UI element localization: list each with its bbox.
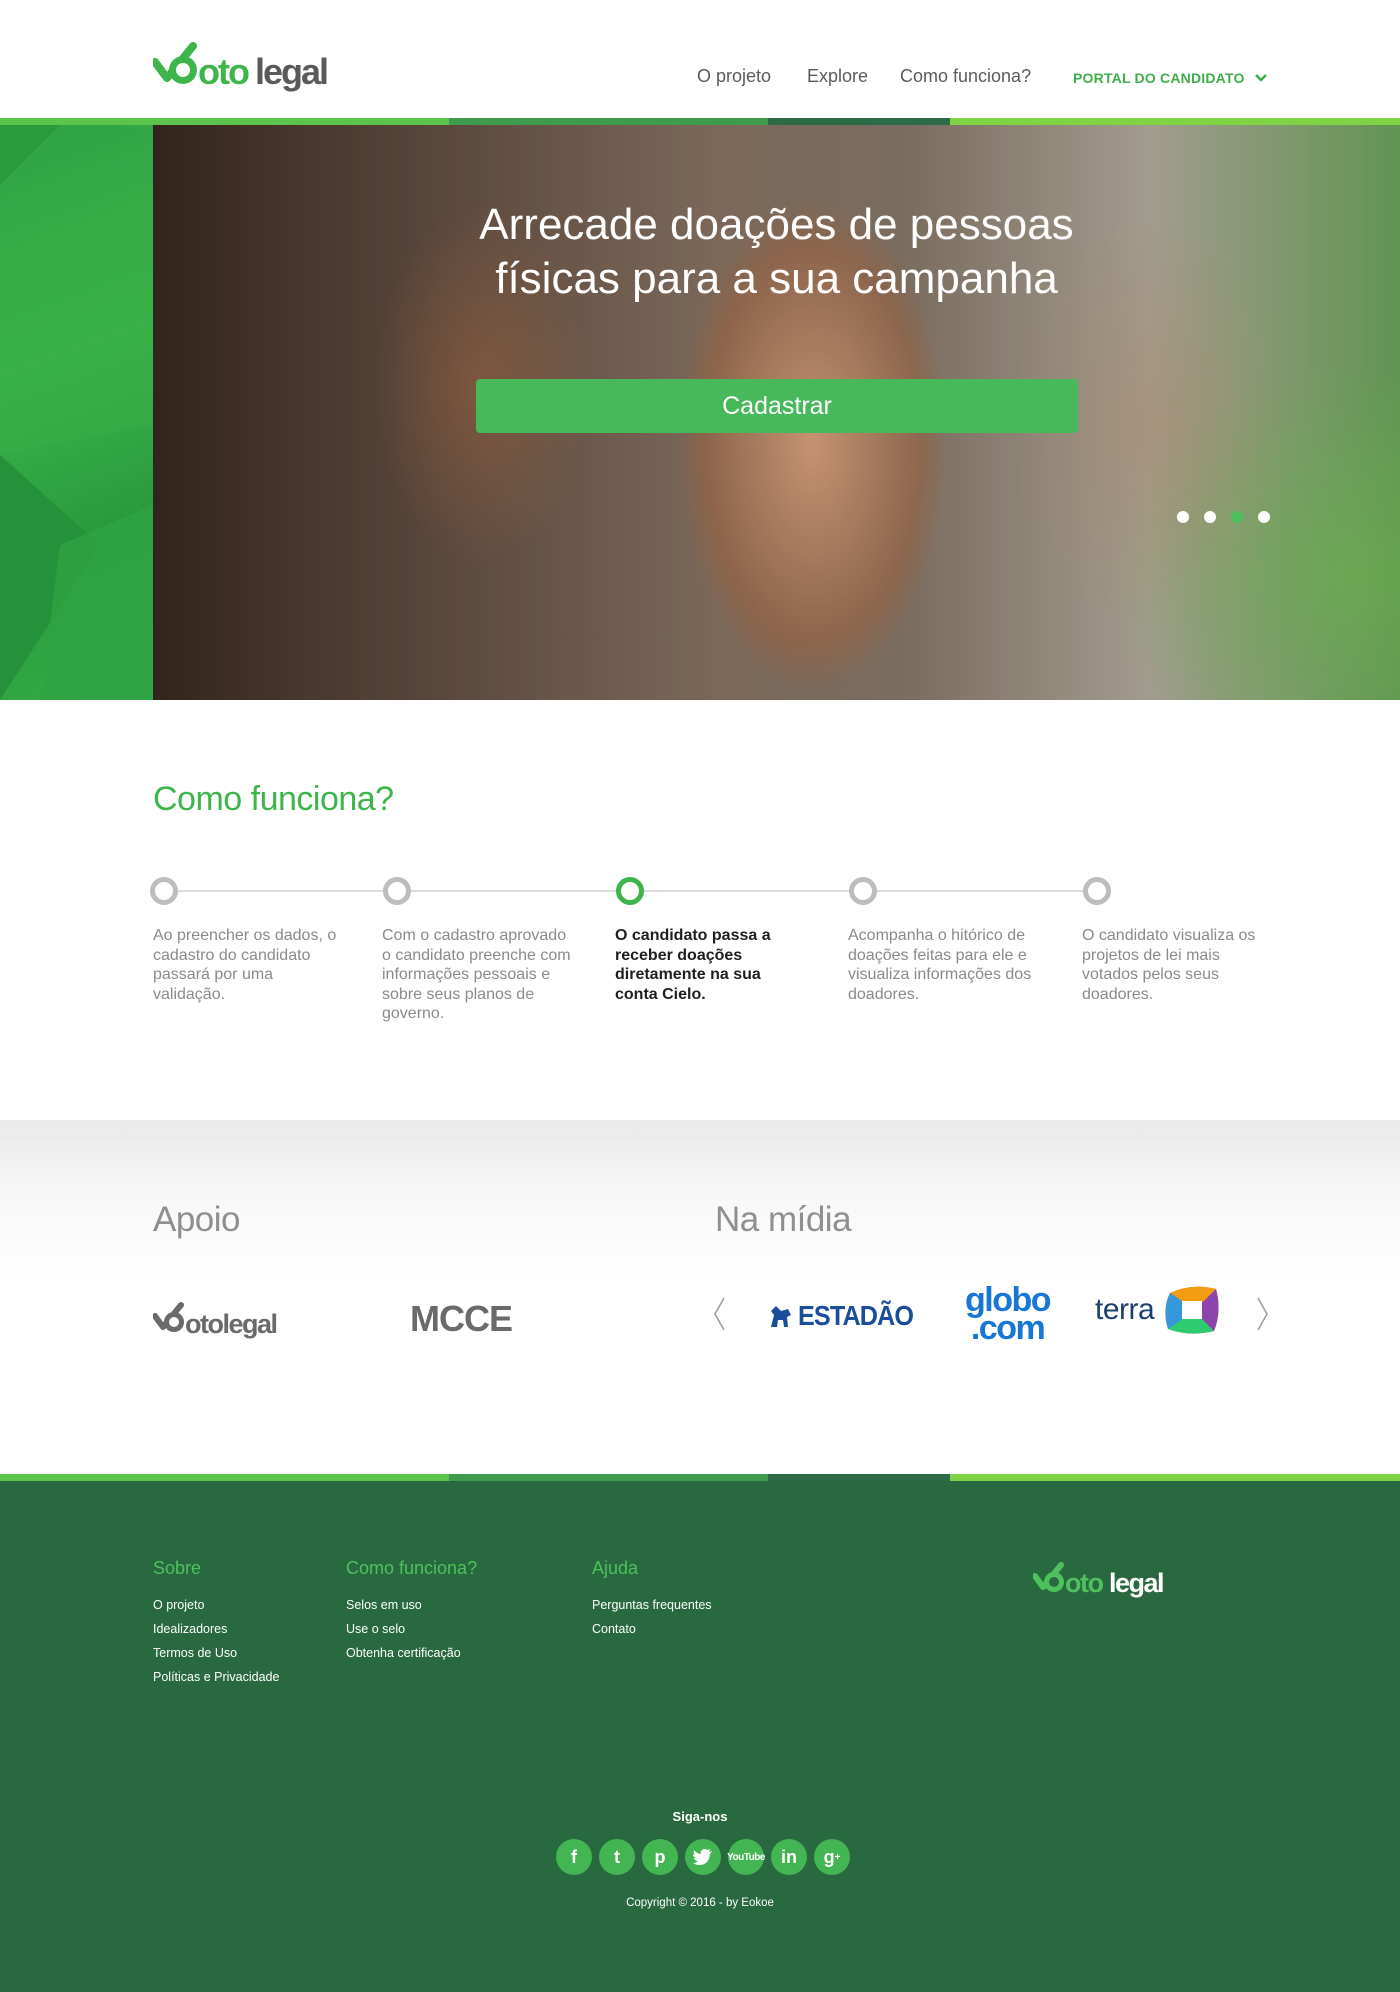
facebook-icon[interactable]: f [556, 1839, 592, 1875]
apoio-mcce-logo[interactable]: MCCE [410, 1298, 513, 1340]
media-terra-logo[interactable]: terra [1095, 1283, 1222, 1337]
footer-col-title: Como funciona? [346, 1558, 478, 1578]
nav-como-funciona[interactable]: Como funciona? [900, 66, 1031, 87]
apoio-votolegal-logo[interactable]: otolegal [152, 1300, 298, 1347]
step-1-dot[interactable] [150, 877, 178, 905]
step-2-dot[interactable] [383, 877, 411, 905]
footer-col-title: Sobre [153, 1558, 202, 1578]
carousel-dot[interactable] [1177, 511, 1189, 523]
chevron-right-icon [1257, 1297, 1268, 1331]
step-4-text: Acompanha o hitórico de doações feitas p… [848, 927, 1032, 1003]
carousel-dot[interactable] [1258, 511, 1270, 523]
twitter-icon[interactable] [685, 1839, 721, 1875]
carousel-dots [1177, 511, 1270, 523]
portal-do-candidato-dropdown[interactable]: PORTAL DO CANDIDATO [1073, 70, 1267, 86]
footer-link[interactable]: Perguntas frequentes [592, 1598, 712, 1612]
step-3-text: O candidato passa a receber doações dire… [615, 927, 771, 1003]
media-prev-arrow[interactable] [712, 1296, 726, 1337]
nav-o-projeto[interactable]: O projeto [697, 66, 771, 87]
follow-us-label: Siga-nos [672, 1809, 728, 1824]
footer-link[interactable]: Obtenha certificação [346, 1646, 477, 1660]
step-5-text: O candidato visualiza os projetos de lei… [1082, 927, 1256, 1003]
na-midia-title: Na mídia [715, 1200, 852, 1239]
social-icons: f t p You Tube in g + [556, 1839, 850, 1875]
linkedin-icon[interactable]: in [771, 1839, 807, 1875]
hero-title: Arrecade doações de pessoas físicas para… [479, 200, 1074, 303]
carousel-dot[interactable] [1204, 511, 1216, 523]
page: oto legal O projeto Explore Como funcion… [0, 0, 1400, 1992]
footer-link[interactable]: Use o selo [346, 1622, 477, 1636]
hero-green-panel [0, 125, 153, 700]
carousel-dot-active[interactable] [1231, 511, 1243, 523]
cadastrar-button[interactable]: Cadastrar [476, 379, 1078, 433]
step-2-text: Com o cadastro aprovado o candidato pree… [382, 927, 571, 1022]
step-1-text: Ao preencher os dados, o cadastro do can… [153, 927, 337, 1003]
portal-label: PORTAL DO CANDIDATO [1073, 70, 1245, 86]
svg-text:legal: legal [1109, 1568, 1163, 1598]
youtube-icon[interactable]: You Tube [727, 1839, 765, 1875]
footer-link[interactable]: Políticas e Privacidade [153, 1670, 279, 1684]
nav-explore[interactable]: Explore [807, 66, 868, 87]
footer-votolegal-logo[interactable]: oto legal [1032, 1560, 1178, 1607]
chevron-left-icon [714, 1297, 725, 1331]
step-5-dot[interactable] [1083, 877, 1111, 905]
media-globo-logo[interactable]: globo .com [965, 1283, 1052, 1345]
footer [0, 1474, 1400, 1992]
footer-col-title: Ajuda [592, 1558, 639, 1578]
footer-link[interactable]: Idealizadores [153, 1622, 279, 1636]
apoio-title: Apoio [153, 1200, 241, 1239]
svg-text:otolegal: otolegal [185, 1309, 277, 1339]
votolegal-logo[interactable]: oto legal [153, 40, 353, 96]
chevron-down-icon [1254, 74, 1267, 82]
header-color-stripe [0, 118, 1400, 125]
media-estadao-logo[interactable]: ESTADÃO [768, 1300, 926, 1332]
footer-color-stripe [0, 1474, 1400, 1481]
footer-col-sobre: Sobre O projeto Idealizadores Termos de … [153, 1558, 279, 1694]
step-4-dot[interactable] [849, 877, 877, 905]
copyright: Copyright © 2016 - by Eokoe [626, 1897, 774, 1909]
footer-col-ajuda: Ajuda Perguntas frequentes Contato [592, 1558, 712, 1646]
footer-link[interactable]: Termos de Uso [153, 1646, 279, 1660]
footer-link[interactable]: Selos em uso [346, 1598, 477, 1612]
how-it-works-title: Como funciona? [153, 780, 394, 818]
svg-text:oto: oto [198, 51, 249, 92]
footer-col-como-funciona: Como funciona? Selos em uso Use o selo O… [346, 1558, 477, 1670]
footer-link[interactable]: Contato [592, 1622, 712, 1636]
terra-icon [1165, 1286, 1219, 1334]
header: oto legal O projeto Explore Como funcion… [0, 0, 1400, 118]
pinterest-icon[interactable]: p [642, 1839, 678, 1875]
horse-icon [771, 1306, 791, 1327]
google-plus-icon[interactable]: g + [814, 1839, 850, 1875]
votolegal-logo-mark: oto legal [153, 42, 329, 92]
svg-text:legal: legal [255, 51, 327, 92]
svg-text:oto: oto [1065, 1568, 1103, 1598]
footer-link[interactable]: O projeto [153, 1598, 279, 1612]
media-next-arrow[interactable] [1256, 1296, 1270, 1337]
tumblr-icon[interactable]: t [599, 1839, 635, 1875]
step-3-dot-active[interactable] [616, 877, 644, 905]
